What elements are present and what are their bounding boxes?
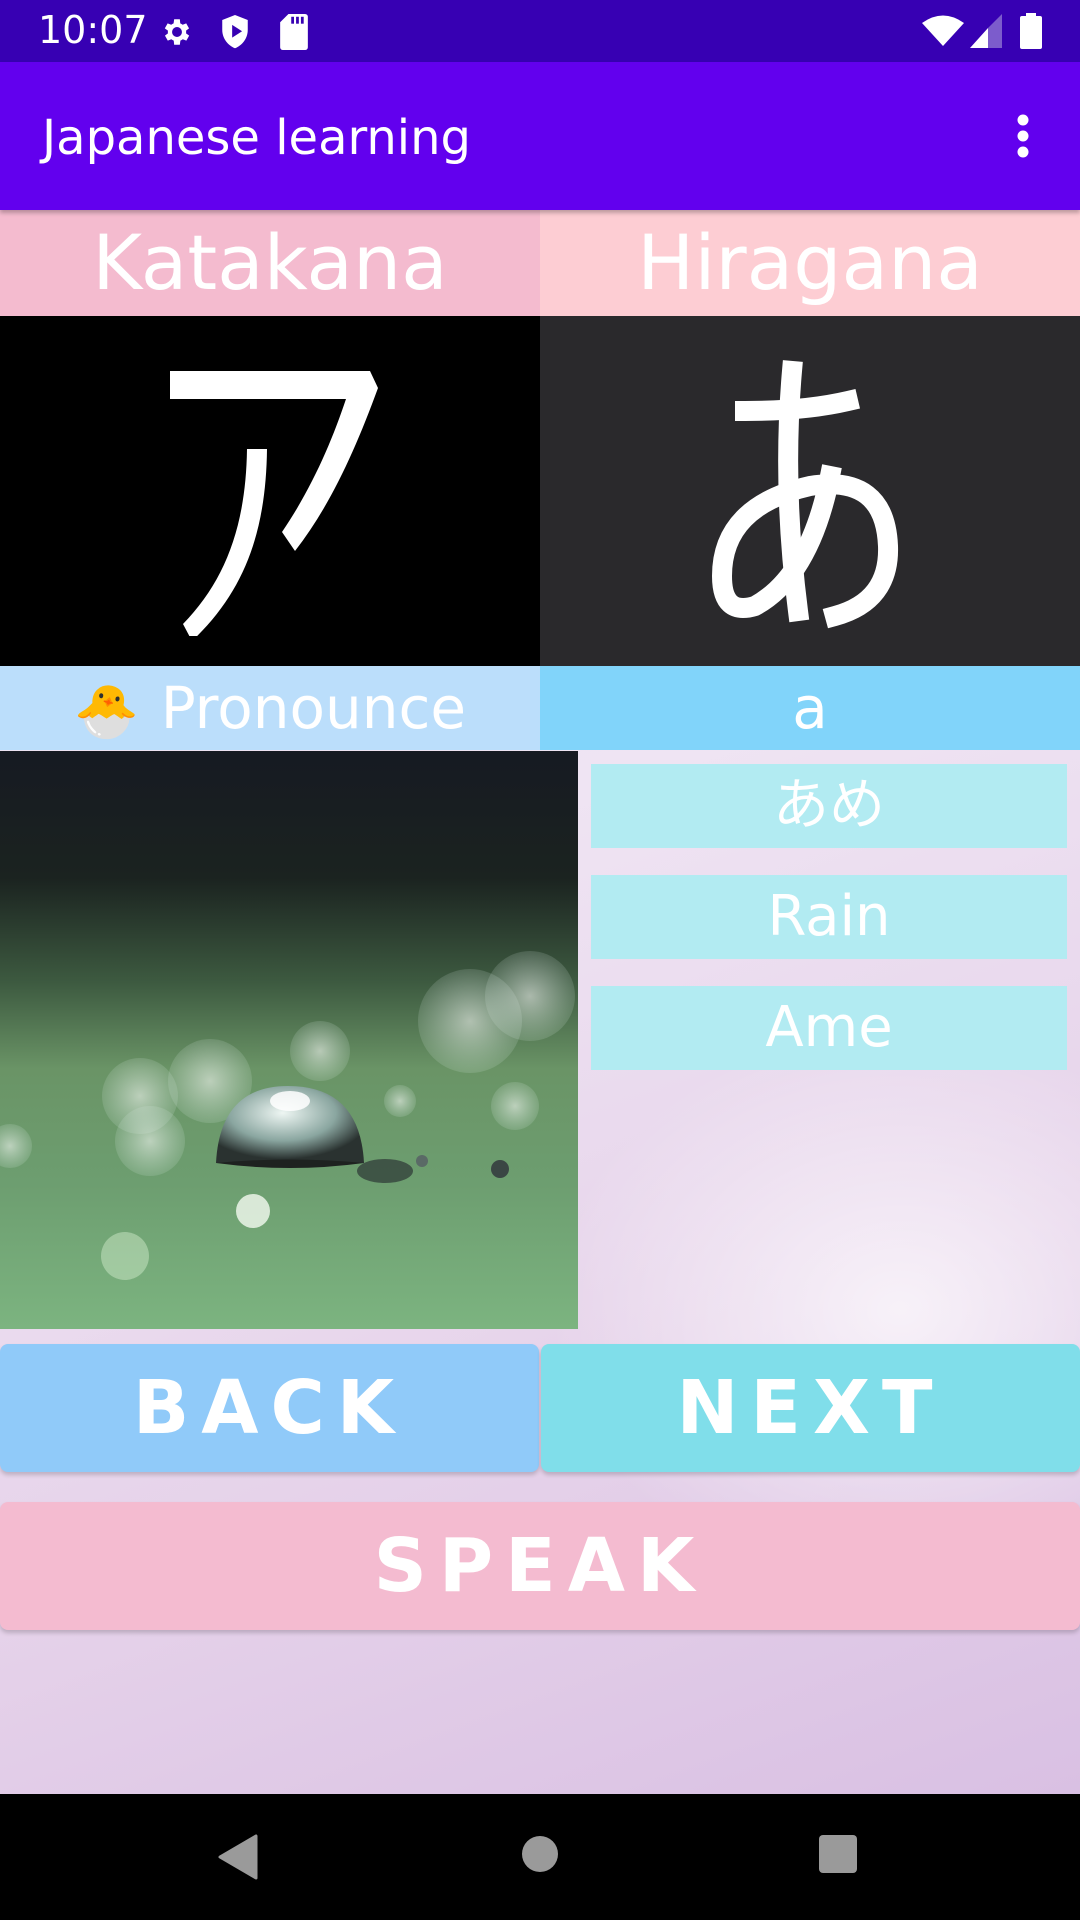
tab-katakana[interactable]: Katakana bbox=[0, 210, 540, 316]
next-button[interactable]: NEXT bbox=[541, 1344, 1080, 1472]
app-title: Japanese learning bbox=[42, 110, 472, 166]
hatching-chick-icon: 🐣 bbox=[73, 681, 139, 742]
word-romaji-card: Ame bbox=[591, 986, 1067, 1070]
tab-hiragana[interactable]: Hiragana bbox=[540, 210, 1080, 316]
word-kana-card: あめ bbox=[591, 764, 1067, 848]
nav-back-icon[interactable] bbox=[218, 1834, 258, 1880]
battery-icon bbox=[1020, 13, 1042, 49]
katakana-character-panel: ア bbox=[0, 316, 540, 666]
gear-icon bbox=[164, 19, 190, 45]
pronounce-label-text: Pronounce bbox=[160, 674, 467, 742]
pronounce-label[interactable]: 🐣 Pronounce bbox=[0, 666, 540, 750]
water-droplet-illustration bbox=[0, 951, 575, 1280]
shield-play-icon bbox=[222, 15, 248, 49]
nav-recents-icon[interactable] bbox=[818, 1834, 858, 1874]
hiragana-character-glyph: あ bbox=[711, 360, 899, 629]
katakana-character-glyph: ア bbox=[170, 371, 378, 636]
wifi-icon bbox=[922, 15, 964, 46]
hiragana-character-panel: あ bbox=[540, 316, 1080, 666]
word-meaning-card: Rain bbox=[591, 875, 1067, 959]
speak-button[interactable]: SPEAK bbox=[0, 1502, 1080, 1630]
app-bar: Japanese learning bbox=[0, 62, 1080, 210]
pronunciation-value: a bbox=[540, 666, 1080, 750]
back-button[interactable]: BACK bbox=[0, 1344, 539, 1472]
more-vert-icon[interactable] bbox=[1003, 112, 1043, 162]
nav-home-icon[interactable] bbox=[520, 1834, 560, 1874]
word-image bbox=[0, 751, 578, 1329]
sd-card-icon bbox=[280, 14, 308, 50]
status-time: 10:07 bbox=[38, 8, 148, 52]
status-bar: 10:07 bbox=[0, 0, 1080, 62]
cell-signal-icon bbox=[970, 14, 1002, 48]
navigation-bar bbox=[0, 1794, 1080, 1920]
